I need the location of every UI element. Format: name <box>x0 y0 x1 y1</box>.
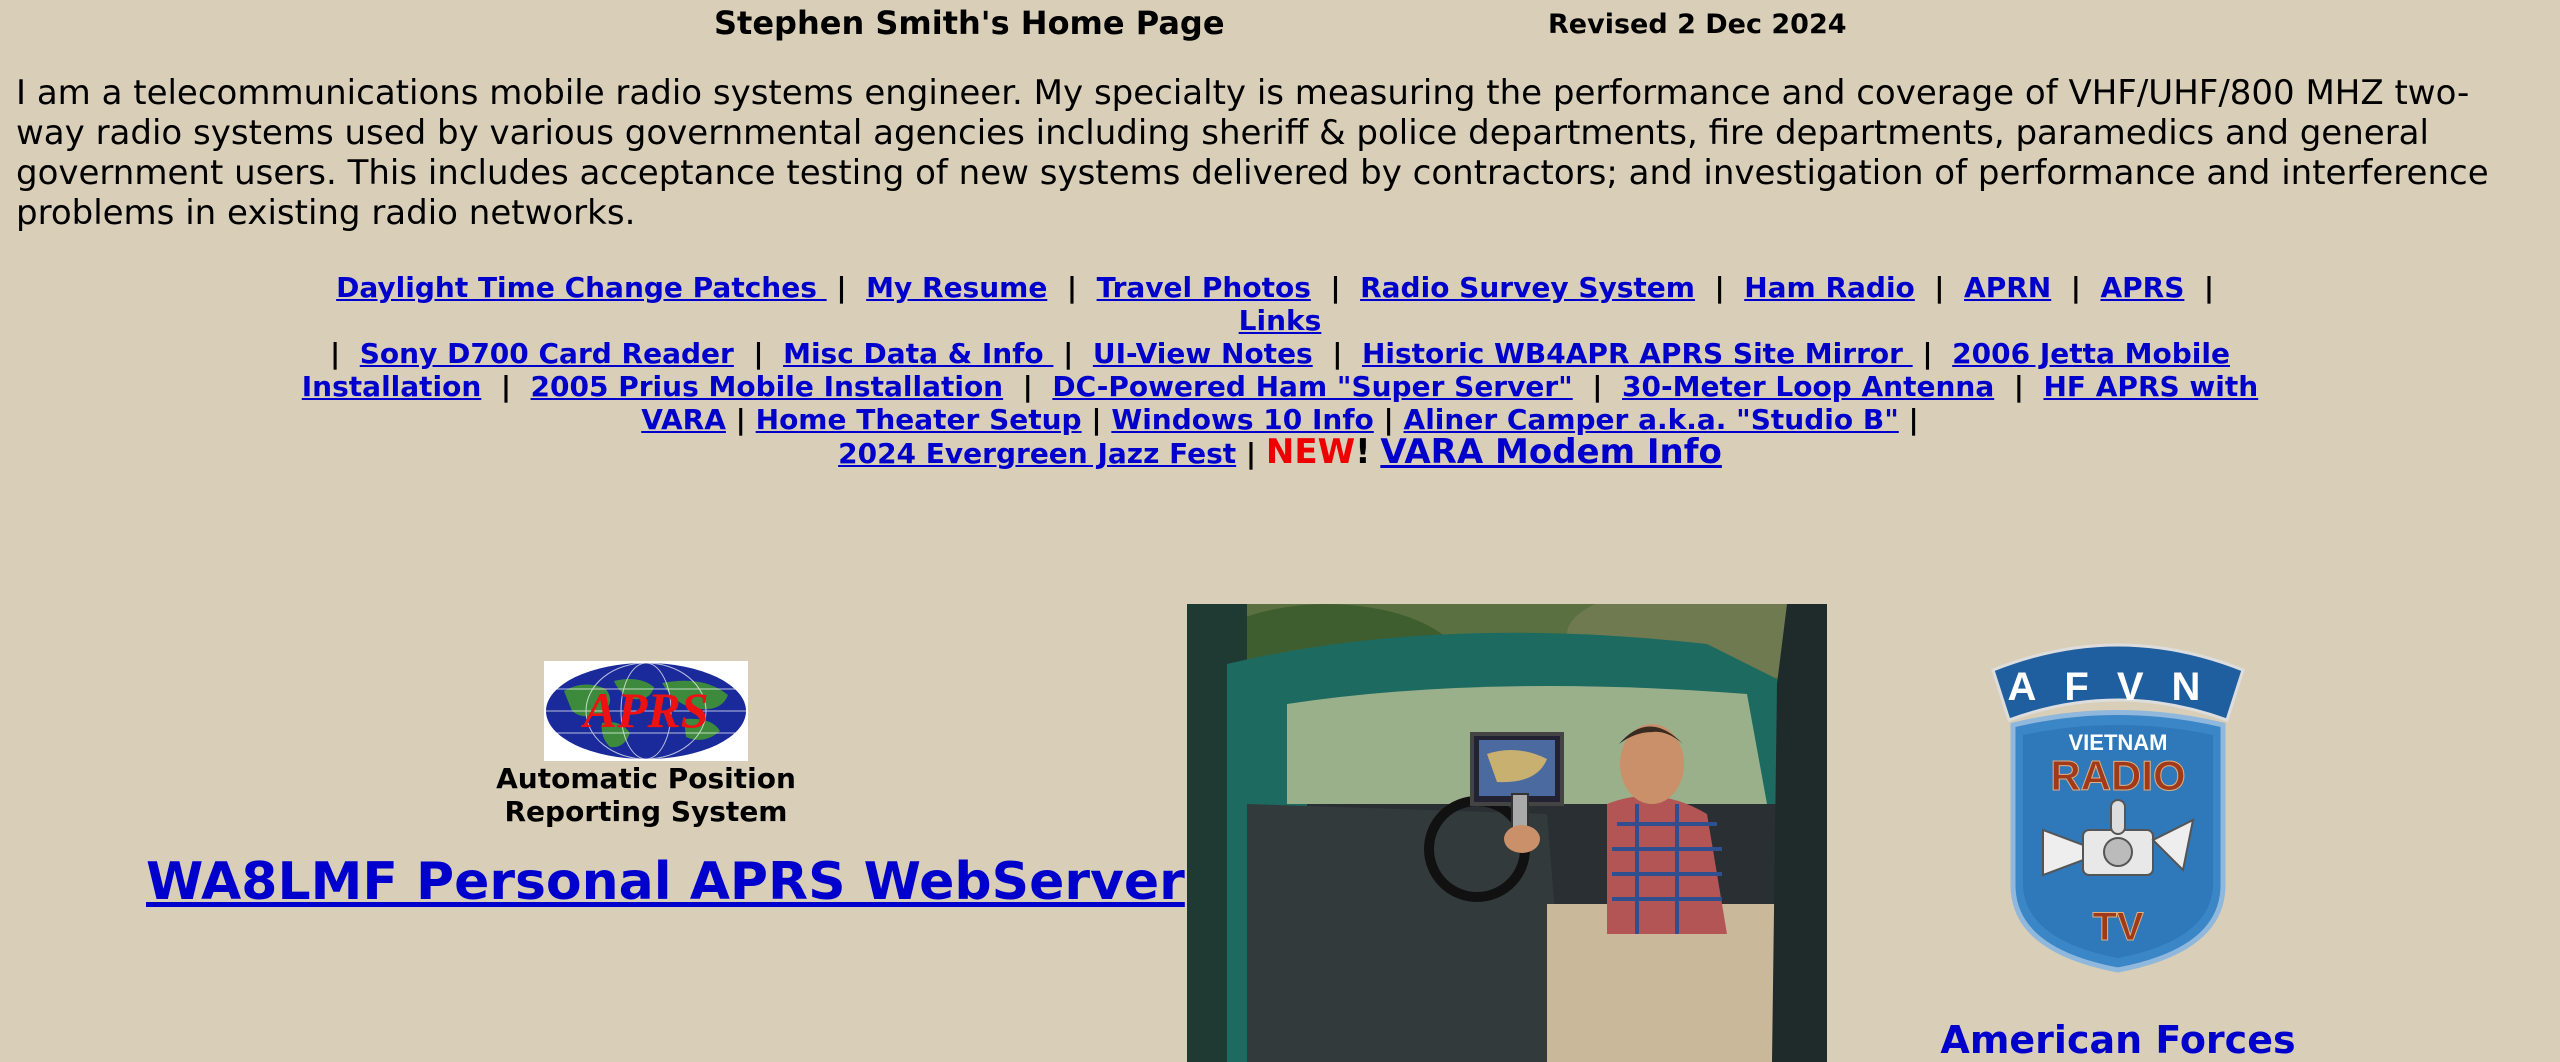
page-title: Stephen Smith's Home Page <box>714 4 1225 42</box>
link-radio-survey[interactable]: Radio Survey System <box>1360 271 1695 304</box>
aprs-caption-line2: Reporting System <box>504 795 788 828</box>
afvn-caption[interactable]: American Forces <box>1900 1018 2336 1062</box>
link-aprn[interactable]: APRN <box>1964 271 2051 304</box>
link-links[interactable]: Links <box>1239 304 1322 337</box>
aprs-logo-text: APRS <box>580 682 708 738</box>
aprs-caption-line1: Automatic Position <box>496 762 796 795</box>
aprs-caption: Automatic Position Reporting System <box>430 762 862 828</box>
link-home-theater[interactable]: Home Theater Setup <box>756 403 1082 436</box>
link-jazz-fest[interactable]: 2024 Evergreen Jazz Fest <box>838 437 1236 470</box>
nav-separator: | <box>753 337 764 370</box>
afvn-letters: AFVN <box>2008 665 2229 709</box>
link-ham-radio[interactable]: Ham Radio <box>1744 271 1915 304</box>
nav-separator: | <box>330 337 341 370</box>
nav-separator: | <box>1245 437 1257 470</box>
nav-separator: | <box>2203 271 2215 304</box>
nav-separator: | <box>500 370 512 403</box>
link-my-resume[interactable]: My Resume <box>866 271 1047 304</box>
new-label: NEW <box>1265 432 1356 472</box>
car-photo <box>1187 604 1827 1062</box>
new-exclamation: ! <box>1355 432 1371 472</box>
nav-separator: | <box>1714 271 1725 304</box>
link-daylight-time[interactable]: Daylight Time Change Patches <box>336 271 827 304</box>
intro-paragraph: I am a telecommunications mobile radio s… <box>16 73 2489 233</box>
nav-separator: | <box>1922 337 1933 370</box>
nav-links: Daylight Time Change Patches | My Resume… <box>300 271 2260 470</box>
afvn-radio: RADIO <box>2050 752 2185 799</box>
link-vara-modem[interactable]: VARA Modem Info <box>1380 432 1722 472</box>
link-aprs[interactable]: APRS <box>2100 271 2184 304</box>
link-ui-view[interactable]: UI-View Notes <box>1093 337 1313 370</box>
nav-separator: | <box>1908 403 1919 436</box>
link-super-server[interactable]: DC-Powered Ham "Super Server" <box>1052 370 1572 403</box>
link-loop-antenna[interactable]: 30-Meter Loop Antenna <box>1622 370 1994 403</box>
nav-separator: | <box>1066 271 1078 304</box>
nav-separator: | <box>1022 370 1033 403</box>
nav-separator: | <box>1330 271 1341 304</box>
link-misc-data[interactable]: Misc Data & Info <box>783 337 1053 370</box>
link-prius[interactable]: 2005 Prius Mobile Installation <box>531 370 1004 403</box>
nav-separator: | <box>2013 370 2024 403</box>
webservers-heading: WA8LMF Personal APRS WebServers <box>146 852 1216 912</box>
nav-separator: | <box>1091 403 1102 436</box>
link-historic-mirror[interactable]: Historic WB4APR APRS Site Mirror <box>1362 337 1913 370</box>
nav-separator: | <box>1934 271 1945 304</box>
nav-separator: | <box>735 403 746 436</box>
nav-separator: | <box>1592 370 1603 403</box>
link-travel-photos[interactable]: Travel Photos <box>1097 271 1311 304</box>
nav-separator: | <box>2070 271 2081 304</box>
nav-separator: | <box>1063 337 1074 370</box>
webservers-link[interactable]: WA8LMF Personal APRS WebServer <box>146 852 1185 912</box>
revised-date: Revised 2 Dec 2024 <box>1548 9 1847 40</box>
nav-separator: | <box>836 271 847 304</box>
nav-separator: | <box>1332 337 1343 370</box>
afvn-tv: TV <box>2092 905 2143 949</box>
link-sony-d700[interactable]: Sony D700 Card Reader <box>360 337 734 370</box>
aprs-logo[interactable]: APRS <box>544 661 748 761</box>
afvn-badge[interactable]: AFVN VIETNAM RADIO TV <box>1983 630 2253 975</box>
